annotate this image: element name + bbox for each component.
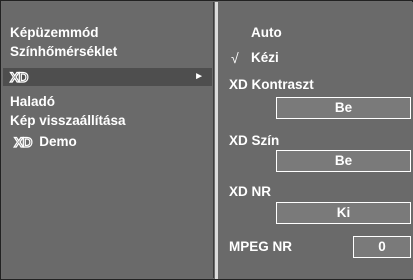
checkmark-icon: √ <box>231 50 239 66</box>
menu-item-color-temperature[interactable]: Színhőmérséklet <box>10 43 117 61</box>
picture-menu-list: Képüzemmód Színhőmérséklet XD ► Haladó K… <box>2 2 214 278</box>
menu-item-label: Demo <box>39 134 77 149</box>
mpeg-nr-value[interactable]: 0 <box>353 236 411 258</box>
option-auto[interactable]: Auto <box>251 24 282 42</box>
setting-label-xd-contrast: XD Kontraszt <box>229 77 314 92</box>
xd-contrast-value[interactable]: Be <box>276 97 411 119</box>
xd-logo-icon: XD <box>13 134 33 151</box>
menu-item-picture-mode[interactable]: Képüzemmód <box>10 24 99 42</box>
xd-color-value[interactable]: Be <box>276 150 411 172</box>
xd-submenu: Auto √ Kézi XD Kontraszt Be XD Szín Be X… <box>218 2 413 279</box>
menu-item-label: Haladó <box>10 94 56 109</box>
option-manual[interactable]: Kézi <box>251 49 279 67</box>
option-label: Kézi <box>251 50 279 65</box>
menu-item-label: Színhőmérséklet <box>10 44 118 59</box>
setting-label-xd-color: XD Szín <box>229 133 280 148</box>
menu-item-xd-demo[interactable]: XD Demo <box>10 133 77 151</box>
menu-item-xd[interactable]: XD ► <box>3 68 212 86</box>
menu-item-label: Kép visszaállítása <box>10 113 126 128</box>
submenu-arrow-icon: ► <box>194 71 204 82</box>
setting-label-xd-nr: XD NR <box>229 184 272 199</box>
option-label: Auto <box>251 25 282 40</box>
xd-nr-value[interactable]: Ki <box>276 202 411 224</box>
menu-item-picture-reset[interactable]: Kép visszaállítása <box>10 112 126 130</box>
menu-item-label: Képüzemmód <box>10 25 99 40</box>
xd-logo-icon: XD <box>9 69 29 86</box>
menu-item-advanced[interactable]: Haladó <box>10 93 55 111</box>
osd-menu: Képüzemmód Színhőmérséklet XD ► Haladó K… <box>0 0 413 280</box>
setting-label-mpeg-nr: MPEG NR <box>229 239 293 254</box>
